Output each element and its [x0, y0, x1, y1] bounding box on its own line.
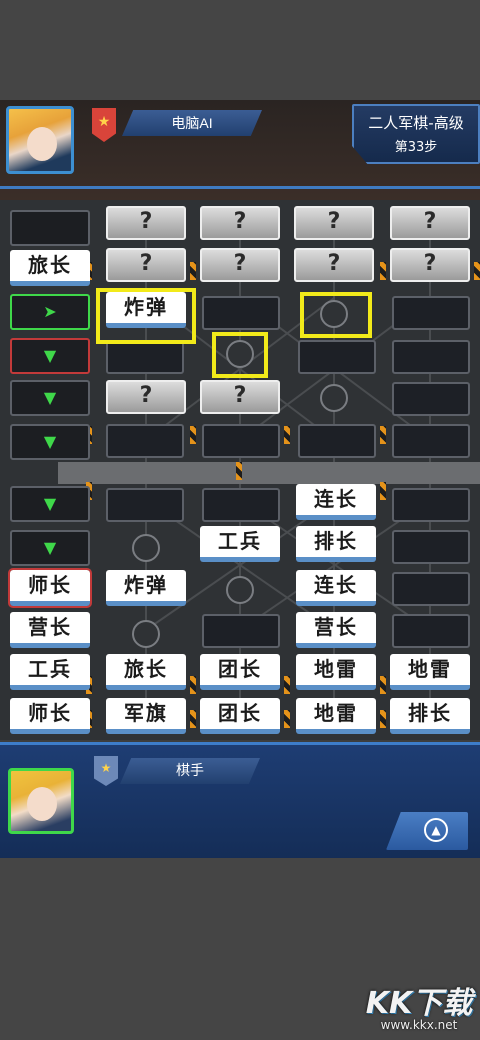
rail-marker — [380, 676, 386, 694]
empty-post[interactable] — [392, 296, 470, 330]
piece-platoon-leader[interactable]: 排长 — [296, 526, 376, 562]
hidden-piece[interactable]: ? — [390, 206, 470, 240]
empty-post[interactable] — [392, 382, 470, 416]
hidden-piece[interactable]: ? — [106, 248, 186, 282]
piece-brigadier[interactable]: 旅长 — [106, 654, 186, 690]
player-name: 棋手 — [120, 758, 260, 784]
game-mode-title: 二人军棋-高级 — [368, 114, 464, 132]
piece-battalion-commander[interactable]: 营长 — [296, 612, 376, 648]
camp-post[interactable] — [132, 534, 160, 562]
empty-post[interactable] — [392, 424, 470, 458]
left-slot-empty[interactable] — [10, 210, 90, 246]
hidden-piece[interactable]: ? — [294, 248, 374, 282]
empty-post[interactable] — [106, 488, 184, 522]
piece-bomb[interactable]: 炸弹 — [106, 570, 186, 606]
piece-battalion-commander[interactable]: 营长 — [10, 612, 90, 648]
player-avatar[interactable] — [8, 768, 74, 834]
piece-division-commander[interactable]: 师长 — [10, 698, 90, 734]
hidden-piece[interactable]: ? — [390, 248, 470, 282]
hidden-piece[interactable]: ? — [200, 248, 280, 282]
rail-marker — [190, 676, 196, 694]
empty-post[interactable] — [202, 424, 280, 458]
rail-marker — [284, 426, 290, 444]
empty-post[interactable] — [298, 340, 376, 374]
piece-engineer[interactable]: 工兵 — [200, 526, 280, 562]
rail-marker — [380, 710, 386, 728]
empty-post[interactable] — [202, 488, 280, 522]
rail-marker — [190, 710, 196, 728]
watermark-url: www.kkx.net — [380, 1018, 458, 1032]
game-mode-panel: 二人军棋-高级 第33步 — [352, 104, 480, 164]
rail-marker — [380, 262, 386, 280]
empty-post[interactable] — [392, 614, 470, 648]
step-counter: 第33步 — [394, 140, 438, 155]
empty-post[interactable] — [392, 572, 470, 606]
empty-post[interactable] — [392, 488, 470, 522]
empty-post[interactable] — [298, 424, 376, 458]
selection-highlight — [96, 288, 196, 344]
rail-marker — [380, 482, 386, 500]
piece-flag[interactable]: 军旗 — [106, 698, 186, 734]
move-target-highlight — [300, 292, 372, 338]
watermark: KK下载 www.kkx.net — [360, 978, 478, 1038]
hidden-piece[interactable]: ? — [294, 206, 374, 240]
hidden-piece[interactable]: ? — [106, 206, 186, 240]
piece-engineer[interactable]: 工兵 — [10, 654, 90, 690]
empty-post[interactable] — [392, 340, 470, 374]
piece-landmine[interactable]: 地雷 — [296, 654, 376, 690]
row-arrow-down-icon[interactable]: ▼ — [10, 424, 90, 460]
empty-post[interactable] — [202, 296, 280, 330]
piece-company-commander[interactable]: 连长 — [296, 484, 376, 520]
hidden-piece[interactable]: ? — [200, 380, 280, 414]
board-river — [58, 462, 480, 484]
empty-post[interactable] — [106, 340, 184, 374]
piece-regiment-commander[interactable]: 团长 — [200, 654, 280, 690]
opponent-name: 电脑AI — [122, 110, 262, 136]
row-arrow-down-icon[interactable]: ▼ — [10, 380, 90, 416]
piece-regiment-commander[interactable]: 团长 — [200, 698, 280, 734]
rail-marker — [284, 710, 290, 728]
watermark-logo: KK下载 — [365, 986, 473, 1021]
hidden-piece[interactable]: ? — [106, 380, 186, 414]
empty-post[interactable] — [392, 530, 470, 564]
rail-marker — [236, 462, 242, 480]
rail-marker — [190, 426, 196, 444]
top-bar — [0, 0, 480, 100]
rail-marker — [474, 262, 480, 280]
empty-post[interactable] — [106, 424, 184, 458]
camp-post[interactable] — [132, 620, 160, 648]
move-target-highlight — [212, 332, 268, 378]
row-arrow-right-icon[interactable]: ➤ — [10, 294, 90, 330]
empty-post[interactable] — [202, 614, 280, 648]
navigation-arrow-icon: ▲ — [424, 818, 448, 842]
rail-marker — [380, 426, 386, 444]
row-arrow-down-icon[interactable]: ▼ — [10, 338, 90, 374]
hidden-piece[interactable]: ? — [200, 206, 280, 240]
piece-landmine[interactable]: 地雷 — [390, 654, 470, 690]
rail-marker — [190, 262, 196, 280]
camp-post[interactable] — [320, 384, 348, 412]
row-arrow-down-icon[interactable]: ▼ — [10, 530, 90, 566]
piece-landmine[interactable]: 地雷 — [296, 698, 376, 734]
piece-platoon-leader[interactable]: 排长 — [390, 698, 470, 734]
piece-division-commander[interactable]: 师长 — [8, 568, 92, 608]
opponent-avatar[interactable] — [6, 106, 74, 174]
header-divider — [0, 186, 480, 189]
camp-post[interactable] — [226, 576, 254, 604]
piece-company-commander[interactable]: 连长 — [296, 570, 376, 606]
piece-brigadier[interactable]: 旅长 — [10, 250, 90, 286]
rail-marker — [284, 676, 290, 694]
row-arrow-down-icon[interactable]: ▼ — [10, 486, 90, 522]
